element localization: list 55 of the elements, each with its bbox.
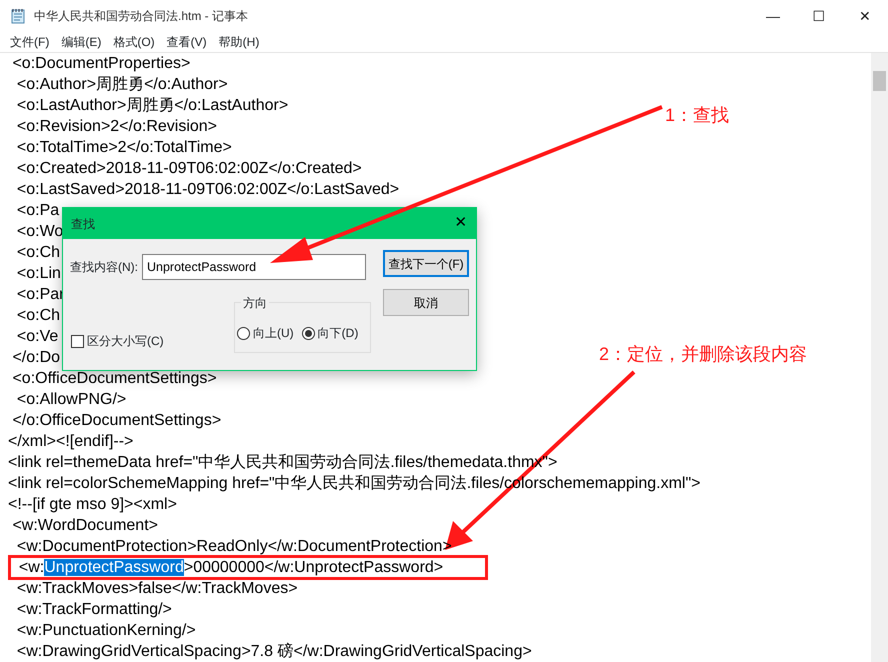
close-button[interactable]: ✕ [446,208,476,239]
code-line: </o:OfficeDocumentSettings> [11,411,222,431]
code-line: <o:Created>2018-11-09T06:02:00Z</o:Created> [16,159,362,179]
code-text: <w: [18,559,44,576]
maximize-button[interactable]: ☐ [796,0,842,32]
menu-item[interactable]: 帮助(H) [212,33,266,51]
code-line: </xml><![endif]--> [8,432,134,452]
code-line: <w:WordDocument> [11,516,158,536]
code-line: <o:LastSaved>2018-11-09T06:02:00Z</o:LastSaved> [16,180,400,200]
scrollbar[interactable] [871,53,888,662]
code-line: <o:AllowPNG/> [16,390,126,410]
code-line: <o:Author>周胜勇</o:Author> [16,75,228,95]
code-line: <o:Ch [16,306,60,326]
code-line: <w:DocumentProtection>ReadOnly</w:DocumentProtection> [16,537,452,557]
radio-button[interactable] [237,326,250,340]
code-line: <o:Pa [16,201,60,221]
radio-label: 向上(U) [253,325,294,342]
code-line: <o:Par [16,285,64,305]
find-input-field[interactable]: UnprotectPassword [142,254,366,280]
code-line: <o:DocumentProperties> [11,54,190,74]
code-line: <o:Ve [16,327,58,347]
code-line: <o:Lin [16,264,61,284]
menu-item[interactable]: 文件(F) [4,33,56,51]
code-line: <o:Wo [16,222,64,242]
checkbox-label: 区分大小写(C) [87,333,164,350]
code-line: <w:PunctuationKerning/> [16,621,196,641]
dialog-title: 查找 [71,216,95,232]
selected-text: UnprotectPassword [44,559,184,576]
annotation-label: 1：查找 [665,104,730,127]
code-text: >00000000</w:UnprotectPassword> [184,559,444,576]
code-line: <o:TotalTime>2</o:TotalTime> [16,138,232,158]
radio-label: 向下(D) [318,325,358,342]
menu-item[interactable]: 格式(O) [107,33,161,51]
code-line: <o:LastAuthor>周胜勇</o:LastAuthor> [16,96,288,116]
checkbox[interactable] [71,334,84,348]
code-line: <w:DrawingGridVerticalSpacing>7.8 磅</w:DrawingGridVerticalSpacing> [16,642,532,662]
code-line: <w:TrackFormatting/> [16,600,172,620]
code-line: <w:TrackMoves>false</w:TrackMoves> [16,579,298,599]
close-button[interactable]: ✕ [842,0,888,32]
code-line: <o:Revision>2</o:Revision> [16,117,218,137]
dialog-button[interactable]: 取消 [383,289,469,316]
annotation-label: 2：定位，并删除该段内容 [599,343,808,366]
menu-item[interactable]: 查看(V) [160,33,213,51]
dialog-button[interactable]: 查找下一个(F) [383,250,469,277]
code-line: <o:Ch [16,243,60,263]
code-line: <o:OfficeDocumentSettings> [11,369,217,389]
find-label: 查找内容(N): [70,259,138,276]
code-line: </o:Do [11,348,60,368]
radio-button[interactable] [302,326,315,340]
code-line: <!--[if gte mso 9]><xml> [8,495,177,515]
menu-item[interactable]: 编辑(E) [55,33,108,51]
scroll-thumb[interactable] [873,71,886,91]
minimize-button[interactable]: — [750,0,796,32]
window-title: 中华人民共和国劳动合同法.htm - 记事本 [34,8,248,25]
notepad-icon [10,8,26,24]
